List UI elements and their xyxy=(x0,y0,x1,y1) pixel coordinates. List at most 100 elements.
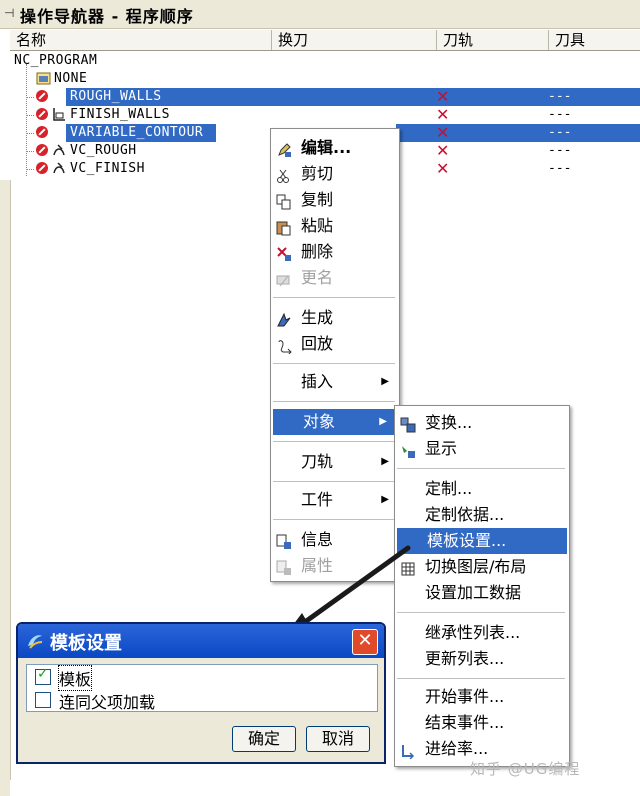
submenu-item-machining-data[interactable]: 设置加工数据 xyxy=(395,580,569,606)
menu-item-label: 对象 xyxy=(303,412,336,431)
cancel-button[interactable]: 取消 xyxy=(306,726,370,752)
dialog-title-bar: 模板设置 ✕ xyxy=(18,624,384,658)
menu-item-label: 信息 xyxy=(301,530,334,549)
template-checkbox[interactable] xyxy=(35,666,51,685)
submenu-item-switch-layer[interactable]: 切换图层/布局 xyxy=(395,554,569,580)
menu-separator xyxy=(273,441,395,442)
operation-name: VC_ROUGH xyxy=(70,143,137,158)
tree-none-label: NONE xyxy=(54,71,88,86)
operation-name: VARIABLE_CONTOUR xyxy=(70,125,204,140)
menu-item-label: 编辑... xyxy=(301,138,352,157)
menu-item-label: 删除 xyxy=(301,242,334,261)
paste-icon xyxy=(276,218,292,236)
pin-icon[interactable]: ⊣ xyxy=(4,6,14,20)
submenu-item-customize-basis[interactable]: 定制依据... xyxy=(395,502,569,528)
column-header-row: 名称 换刀 刀轨 刀具 xyxy=(10,30,640,51)
menu-item-information[interactable]: 信息 xyxy=(271,527,399,553)
submenu-item-label: 切换图层/布局 xyxy=(425,557,527,576)
toolpath-missing-icon: ✕ xyxy=(436,159,450,178)
column-header-tool[interactable]: 刀具 xyxy=(549,30,640,50)
menu-item-paste[interactable]: 粘贴 xyxy=(271,213,399,239)
template-settings-dialog: 模板设置 ✕ 模板 连同父项加载 确定 取消 xyxy=(16,622,386,764)
dialog-options-panel: 模板 连同父项加载 xyxy=(26,664,378,712)
submenu-item-label: 继承性列表... xyxy=(425,623,521,642)
close-button[interactable]: ✕ xyxy=(352,629,378,655)
cut-icon xyxy=(276,166,292,183)
submenu-item-display[interactable]: 显示 xyxy=(395,436,569,462)
toolpath-missing-icon: ✕ xyxy=(436,105,450,124)
toolpath-missing-icon: ✕ xyxy=(436,141,450,160)
submenu-item-inheritance-list[interactable]: 继承性列表... xyxy=(395,620,569,646)
submenu-item-label: 结束事件... xyxy=(425,713,505,732)
column-header-toolpath[interactable]: 刀轨 xyxy=(437,30,549,50)
dialog-title: 模板设置 xyxy=(50,633,122,654)
submenu-item-start-event[interactable]: 开始事件... xyxy=(395,684,569,710)
menu-item-delete[interactable]: 删除 xyxy=(271,239,399,265)
tool-value: --- xyxy=(548,107,572,122)
tree-row-root[interactable]: NC_PROGRAM xyxy=(0,52,640,70)
tool-value: --- xyxy=(548,143,572,158)
menu-item-label: 刀轨 xyxy=(301,452,334,471)
layer-icon xyxy=(400,559,416,576)
feedrate-icon xyxy=(400,741,416,760)
menu-item-object[interactable]: 对象 ▶ xyxy=(273,409,397,435)
menu-item-rename[interactable]: 更名 xyxy=(271,265,399,291)
menu-item-cut[interactable]: 剪切 xyxy=(271,161,399,187)
menu-item-edit[interactable]: 编辑... xyxy=(271,135,399,161)
column-header-name[interactable]: 名称 xyxy=(10,30,272,50)
submenu-item-update-list[interactable]: 更新列表... xyxy=(395,646,569,672)
edit-icon xyxy=(276,140,292,157)
menu-item-label: 生成 xyxy=(301,308,334,327)
operation-name: ROUGH_WALLS xyxy=(70,89,162,104)
navigator-title: 操作导航器 - 程序顺序 xyxy=(20,7,194,26)
app-logo-icon xyxy=(26,632,44,654)
menu-item-label: 剪切 xyxy=(301,164,334,183)
planar-mill-icon xyxy=(52,89,66,104)
submenu-arrow-icon: ▶ xyxy=(381,494,389,505)
submenu-item-label: 开始事件... xyxy=(425,687,505,706)
tree-row-none[interactable]: NONE xyxy=(0,70,640,88)
rename-icon xyxy=(276,270,292,287)
operation-name: FINISH_WALLS xyxy=(70,107,170,122)
load-with-parent-checkbox[interactable] xyxy=(35,692,51,708)
panel-divider xyxy=(10,180,11,780)
menu-item-workpiece[interactable]: 工件 ▶ xyxy=(271,487,399,513)
submenu-item-template-settings[interactable]: 模板设置... xyxy=(397,528,567,554)
submenu-item-label: 更新列表... xyxy=(425,649,505,668)
menu-item-copy[interactable]: 复制 xyxy=(271,187,399,213)
menu-separator xyxy=(273,481,395,482)
menu-separator xyxy=(273,401,395,402)
menu-item-label: 属性 xyxy=(301,556,334,575)
column-header-tool-change[interactable]: 换刀 xyxy=(272,30,437,50)
submenu-item-end-event[interactable]: 结束事件... xyxy=(395,710,569,736)
menu-separator xyxy=(273,363,395,364)
menu-item-generate[interactable]: 生成 xyxy=(271,305,399,331)
operation-name: VC_FINISH xyxy=(70,161,145,176)
submenu-item-transform[interactable]: 变换... xyxy=(395,410,569,436)
tool-value: --- xyxy=(548,125,572,140)
info-icon xyxy=(276,532,292,549)
delete-icon xyxy=(276,244,292,261)
tool-value: --- xyxy=(548,161,572,176)
contour-icon xyxy=(52,125,66,140)
tree-row-operation[interactable]: ROUGH_WALLS ✕ --- xyxy=(0,88,640,106)
submenu-arrow-icon: ▶ xyxy=(379,416,387,427)
template-checkbox-label[interactable]: 模板 xyxy=(57,665,93,691)
menu-separator xyxy=(273,519,395,520)
ok-button[interactable]: 确定 xyxy=(232,726,296,752)
menu-item-insert[interactable]: 插入 ▶ xyxy=(271,369,399,395)
generate-icon xyxy=(276,310,292,327)
menu-separator xyxy=(397,612,565,613)
menu-item-replay[interactable]: 回放 xyxy=(271,331,399,357)
toolpath-missing-icon: ✕ xyxy=(436,123,450,142)
submenu-item-label: 显示 xyxy=(425,439,458,458)
menu-item-label: 插入 xyxy=(301,372,334,391)
menu-separator xyxy=(397,468,565,469)
tool-value: --- xyxy=(548,89,572,104)
tree-row-operation[interactable]: FINISH_WALLS ✕ --- xyxy=(0,106,640,124)
submenu-item-customize[interactable]: 定制... xyxy=(395,476,569,502)
load-with-parent-label[interactable]: 连同父项加载 xyxy=(59,689,155,713)
menu-item-properties[interactable]: 属性 xyxy=(271,553,399,579)
menu-item-toolpath[interactable]: 刀轨 ▶ xyxy=(271,449,399,475)
navigator-title-bar: ⊣ 操作导航器 - 程序顺序 xyxy=(0,0,640,29)
